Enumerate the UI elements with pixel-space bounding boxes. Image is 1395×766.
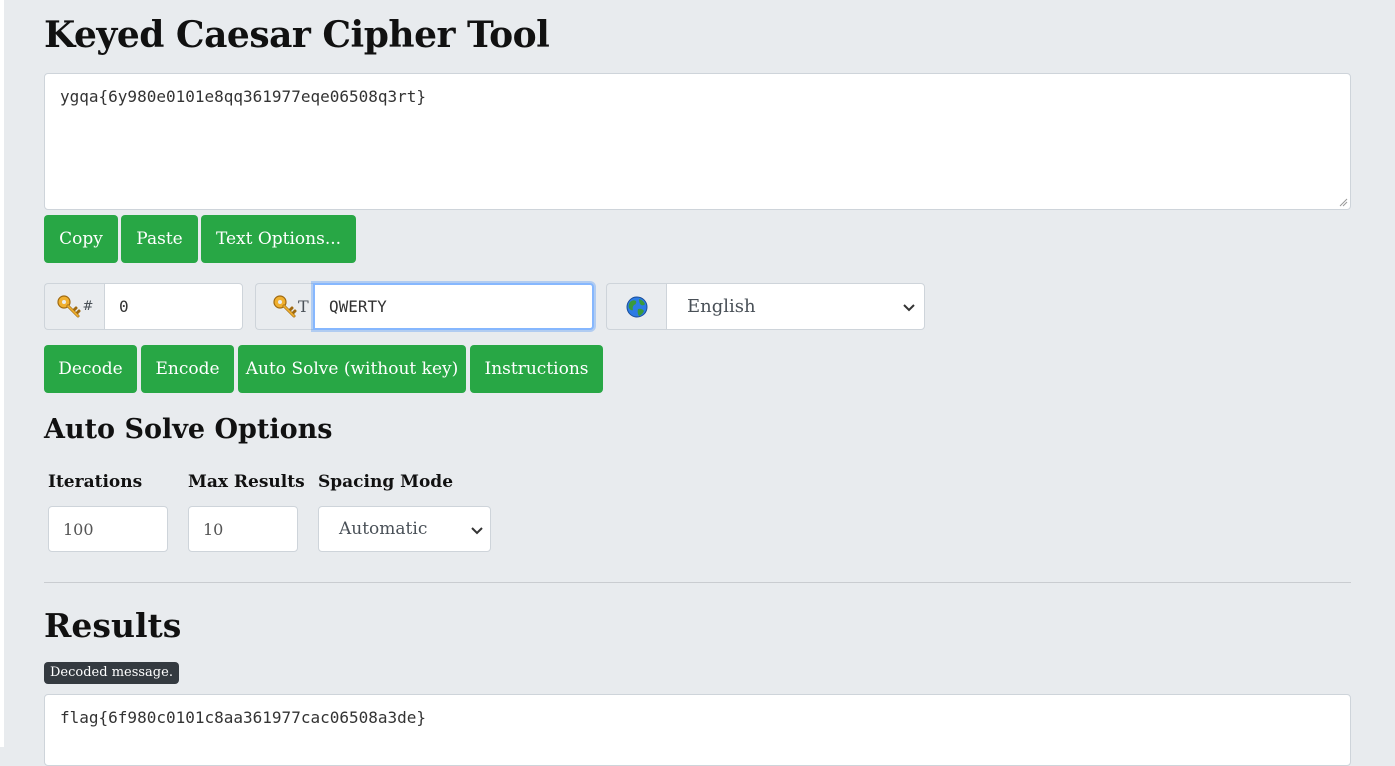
section-divider [44, 582, 1351, 583]
chevron-down-icon [903, 304, 915, 312]
instructions-button[interactable]: Instructions [470, 345, 603, 393]
iterations-label: Iterations [48, 472, 143, 492]
left-edge [0, 0, 4, 747]
copy-button[interactable]: Copy [44, 215, 118, 263]
language-select[interactable]: English [666, 283, 925, 330]
spacing-mode-label: Spacing Mode [318, 472, 454, 492]
globe-icon [626, 296, 647, 317]
results-heading: Results [44, 606, 182, 645]
max-results-input[interactable]: 10 [188, 506, 298, 552]
iterations-input[interactable]: 100 [48, 506, 168, 552]
encode-button[interactable]: Encode [141, 345, 234, 393]
keyword-input[interactable]: QWERTY [313, 283, 594, 330]
spacing-mode-select[interactable]: Automatic [318, 506, 491, 552]
shift-addon-text: # [82, 299, 94, 314]
spacing-mode-selected: Automatic [339, 519, 428, 539]
shift-input-group: # 0 [44, 283, 243, 330]
language-select-group: English [606, 283, 925, 330]
action-buttons-row: Decode Encode Auto Solve (without key) I… [44, 345, 644, 393]
result-output[interactable]: flag{6f980c0101c8aa361977cac06508a3de} [44, 694, 1351, 766]
result-output-text: flag{6f980c0101c8aa361977cac06508a3de} [60, 708, 427, 727]
resize-handle-icon[interactable] [1339, 198, 1348, 207]
language-selected: English [687, 296, 756, 317]
chevron-down-icon [471, 527, 483, 535]
text-buttons-row: Copy Paste Text Options... [44, 215, 444, 263]
page-title: Keyed Caesar Cipher Tool [44, 14, 550, 56]
cipher-input-text: ygqa{6y980e0101e8qq361977eqe06508q3rt} [60, 87, 427, 106]
key-icon [273, 294, 297, 317]
auto-solve-heading: Auto Solve Options [44, 414, 333, 445]
keyword-addon-text: T [298, 297, 309, 316]
key-icon [56, 294, 81, 317]
paste-button[interactable]: Paste [121, 215, 198, 263]
max-results-label: Max Results [188, 472, 305, 492]
cipher-input-textarea[interactable]: ygqa{6y980e0101e8qq361977eqe06508q3rt} [44, 73, 1351, 210]
decoded-badge: Decoded message. [44, 662, 179, 684]
language-addon [606, 283, 666, 330]
keyword-addon: T [255, 283, 313, 330]
decode-button[interactable]: Decode [44, 345, 137, 393]
shift-input[interactable]: 0 [104, 283, 243, 330]
text-options-button[interactable]: Text Options... [201, 215, 356, 263]
auto-solve-button[interactable]: Auto Solve (without key) [238, 345, 466, 393]
shift-addon: # [44, 283, 104, 330]
keyword-input-group: T QWERTY [255, 283, 594, 330]
